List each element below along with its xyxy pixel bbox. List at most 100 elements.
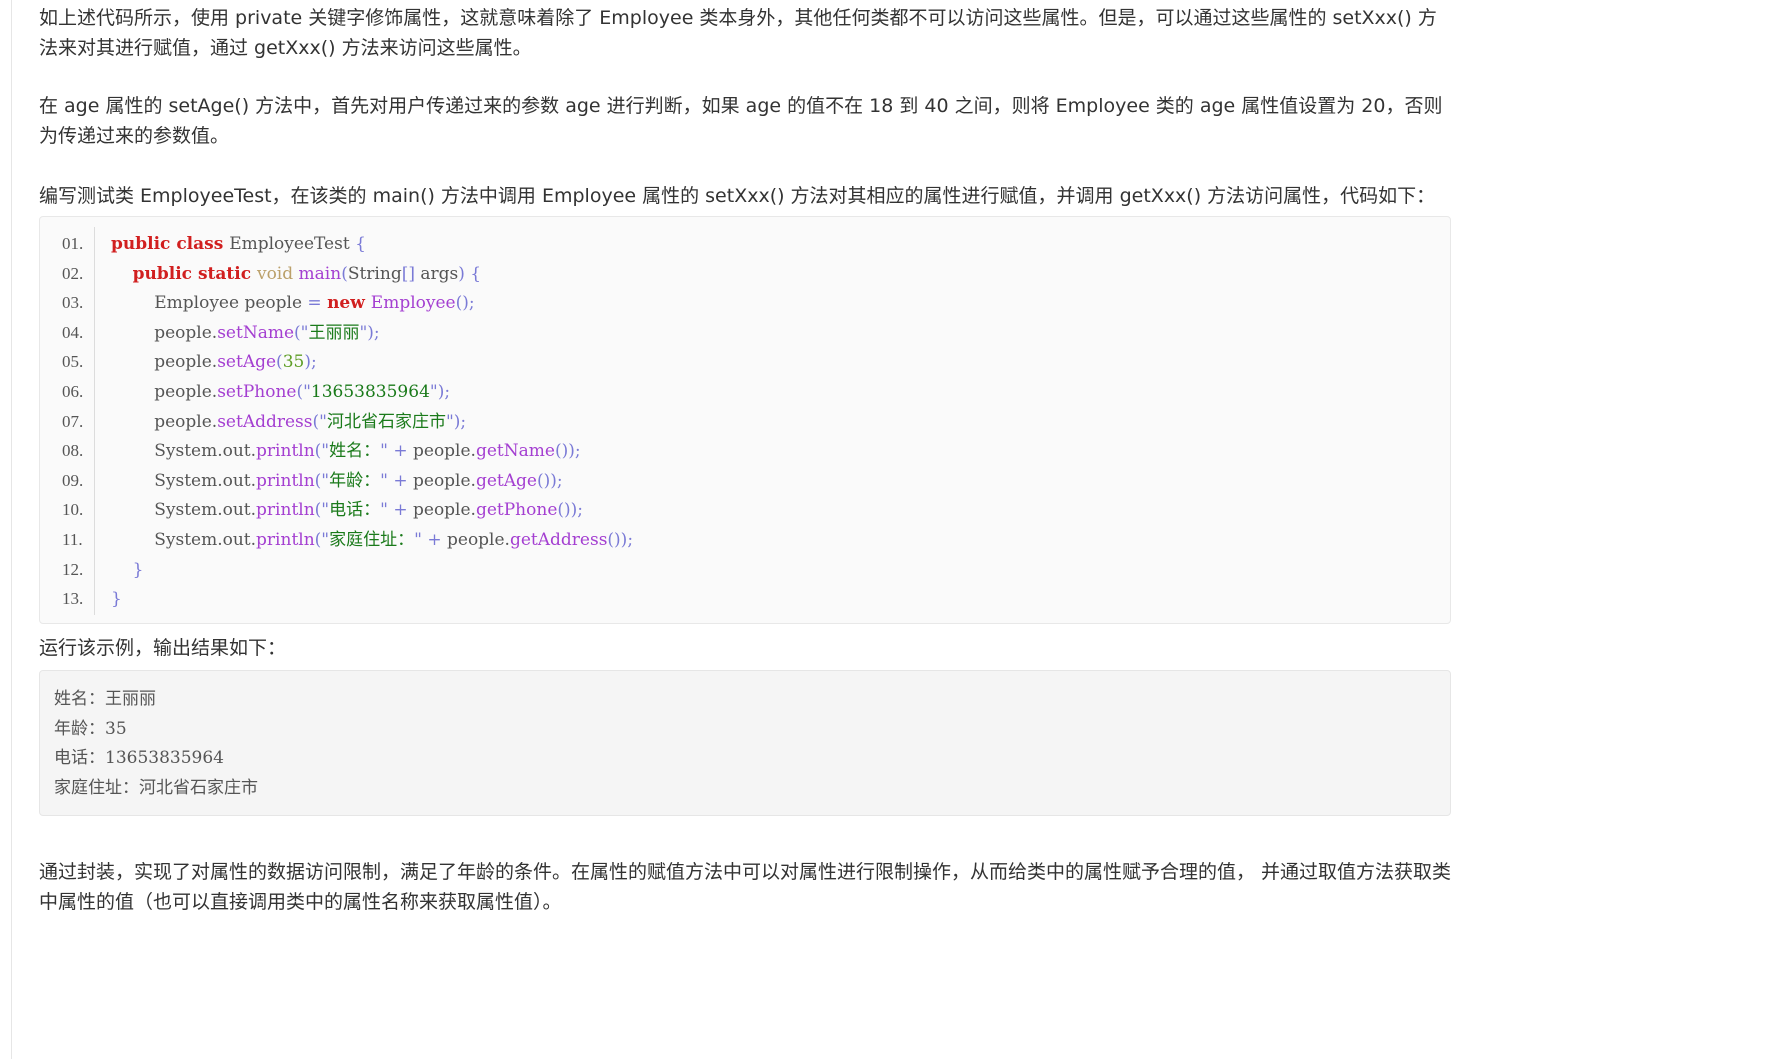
line-number: 02. [62,263,84,283]
code-token: System.out. [111,500,257,521]
line-number: 13. [62,589,84,609]
code-token: 13653835964 [310,382,430,402]
line-number: 06. [62,382,84,401]
code-token: setPhone [217,382,297,402]
code-token: 电话： [329,500,381,521]
code-token: (" [296,382,311,402]
code-source: System.out.println("姓名：" + people.getNam… [111,436,581,466]
code-token: public static [132,263,257,284]
code-token: Employee [370,293,456,314]
code-token: people. [413,470,476,491]
code-token: ) { [458,263,482,284]
code-token: people. [447,530,510,550]
code-token: 年龄： [329,470,381,491]
code-token: 35 [282,352,305,373]
code-token: people. [111,382,218,402]
paragraph-setage-explanation: 在 age 属性的 setAge() 方法中，首先对用户传递过来的参数 age … [39,95,1443,147]
code-token: setName [217,322,295,343]
code-block[interactable]: 01. public class EmployeeTest {02. public… [39,216,1451,624]
code-line: 10. System.out.println("电话：" + people.ge… [40,495,1450,525]
code-token: people. [111,411,218,432]
code-token: println [256,441,315,462]
code-token: " + [414,530,447,550]
left-border-rule [11,0,12,1059]
line-number: 01. [62,234,84,253]
code-token: setAddress [217,411,313,432]
output-line: 家庭住址：河北省石家庄市 [54,777,258,798]
code-source: } [111,555,144,585]
code-source: people.setPhone("13653835964"); [111,377,450,407]
code-token: " + [380,441,413,462]
code-token: (" [294,322,309,343]
code-token: System.out. [111,470,257,491]
code-token: = [307,293,328,314]
code-token: println [256,500,315,521]
code-source: } [111,584,122,614]
line-number: 10. [62,500,84,520]
output-line: 姓名：王丽丽 [54,689,156,709]
code-token: getAddress [509,530,608,550]
code-token: public class [111,234,230,254]
code-source: System.out.println("电话：" + people.getPho… [111,495,583,525]
line-number: 09. [62,470,84,490]
code-token: " + [380,470,413,491]
code-token: people. [413,441,476,462]
line-number: 11. [62,530,83,549]
code-token: ()); [557,500,583,521]
paragraph-encapsulation-intro: 如上述代码所示，使用 private 关键字修饰属性，这就意味着除了 Emplo… [39,7,1437,59]
code-token: 姓名： [329,441,381,462]
code-token: (" [314,500,330,521]
code-token: ( [276,352,283,373]
code-token: ()); [554,441,581,462]
output-line: 年龄：35 [54,718,127,739]
code-token: { [355,234,366,254]
code-source: Employee people = new Employee(); [111,288,474,318]
code-token: void [256,263,299,284]
code-line: 02. public static void main(String[] arg… [40,259,1450,289]
code-token: System.out. [111,441,257,462]
line-number: 03. [62,293,84,313]
code-token: 王丽丽 [308,322,360,343]
code-token: ()); [607,530,634,550]
code-token: String [347,263,402,284]
code-token: main [298,263,342,284]
output-block[interactable]: 姓名：王丽丽 年龄：35 电话：13653835964 家庭住址：河北省石家庄市 [39,670,1451,816]
code-token: people. [111,352,218,373]
code-token: } [111,589,122,610]
code-token: EmployeeTest [229,234,356,254]
paragraph-test-class-intro: 编写测试类 EmployeeTest，在该类的 main() 方法中调用 Emp… [39,185,1436,207]
code-token: getName [475,441,555,462]
code-token: 家庭住址： [329,530,415,550]
code-token: println [256,530,315,550]
code-line: 09. System.out.println("年龄：" + people.ge… [40,466,1450,496]
code-source: people.setName("王丽丽"); [111,318,380,348]
code-source: people.setAddress("河北省石家庄市"); [111,407,466,437]
line-number: 08. [62,441,84,461]
code-token: [] [401,263,421,284]
code-token: println [256,470,315,491]
code-token: System.out. [111,530,257,550]
code-source: public static void main(String[] args) { [111,259,481,289]
code-line: 04. people.setName("王丽丽"); [40,318,1450,348]
code-line: 11. System.out.println("家庭住址：" + people.… [40,525,1450,555]
code-token: getAge [475,470,537,491]
code-source: public class EmployeeTest { [111,229,366,259]
code-token: Employee people [111,293,308,314]
code-token: people. [413,500,476,521]
code-token: (" [314,530,330,550]
code-token: (" [314,470,330,491]
code-line: 05. people.setAge(35); [40,347,1450,377]
code-line: 12. } [40,555,1450,585]
paragraph-run-output-intro: 运行该示例，输出结果如下： [39,637,287,659]
code-token: } [111,559,144,580]
code-token: ); [304,352,317,373]
code-token: "); [359,322,380,343]
code-line: 08. System.out.println("姓名：" + people.ge… [40,436,1450,466]
code-token: (" [314,441,330,462]
code-token: "); [445,411,467,432]
code-token: ( [341,263,348,284]
code-token: " + [380,500,413,521]
line-number: 07. [62,411,84,431]
code-line: 13.} [40,584,1450,614]
